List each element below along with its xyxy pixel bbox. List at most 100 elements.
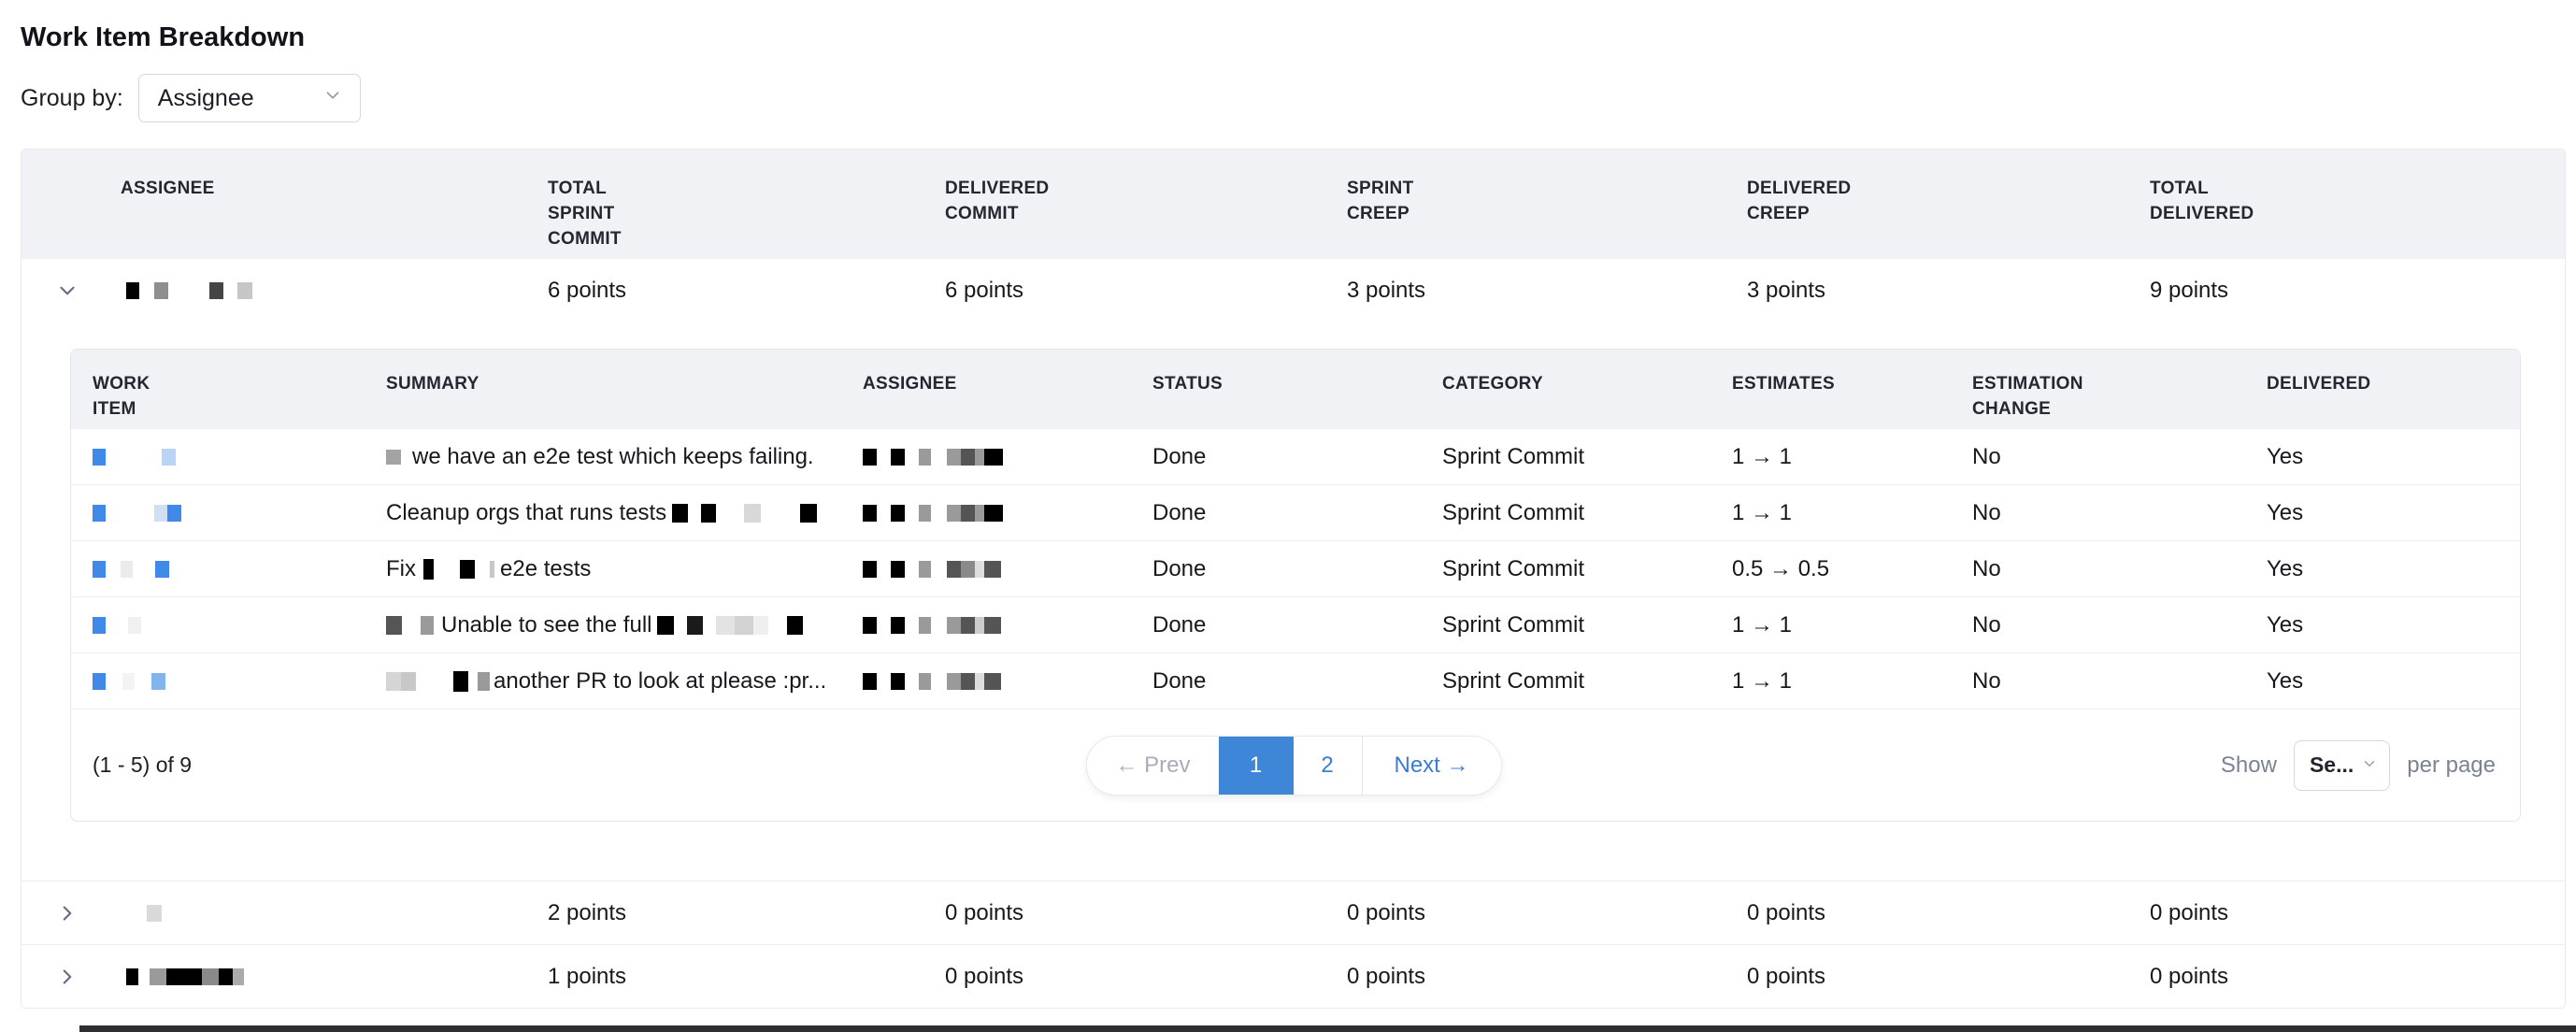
group-by-value: Assignee: [158, 85, 254, 112]
total-delivered-value: 0 points: [2150, 964, 2567, 990]
summary-text: Cleanup orgs that runs tests: [386, 500, 666, 526]
col-status: STATUS: [1131, 350, 1421, 428]
work-item-breakdown-page: Work Item Breakdown Group by: Assignee A…: [0, 0, 2576, 1009]
status-cell: Done: [1131, 612, 1421, 638]
page-1-button[interactable]: 1: [1219, 737, 1294, 795]
group-row-collapsed[interactable]: 2 points 0 points 0 points 0 points 0 po…: [21, 881, 2565, 944]
sprint-creep-value: 0 points: [1347, 964, 1747, 990]
delivered-cell: Yes: [2245, 612, 2521, 638]
pagination-range: (1 - 5) of 9: [71, 752, 1086, 778]
category-cell: Sprint Commit: [1421, 444, 1710, 470]
work-item-row[interactable]: another PR to look at please :pr... Done…: [71, 652, 2520, 709]
category-cell: Sprint Commit: [1421, 556, 1710, 582]
estimates-cell: 1 → 1: [1710, 500, 1951, 526]
group-by-label: Group by:: [21, 85, 123, 112]
work-item-type-icons: [71, 449, 365, 466]
summary-text: Fix: [386, 556, 416, 582]
col-category: CATEGORY: [1421, 350, 1710, 428]
expand-chevron-icon[interactable]: [21, 965, 121, 989]
redacted-blocks: [666, 504, 817, 523]
inner-table-header: WORK ITEM SUMMARY ASSIGNEE STATUS CATEGO…: [71, 350, 2520, 428]
work-item-breakdown-table: ASSIGNEE TOTAL SPRINT COMMIT DELIVERED C…: [21, 149, 2566, 1009]
delivered-commit-value: 6 points: [945, 278, 1347, 304]
assignee-redacted-name: [121, 282, 548, 299]
col-summary: SUMMARY: [365, 350, 841, 428]
estimates-cell: 0.5 → 0.5: [1710, 556, 1951, 582]
prev-page-button[interactable]: ← Prev: [1087, 737, 1218, 795]
col-delivered-creep: DELIVERED CREEP: [1747, 150, 1873, 259]
col-delivered-commit: DELIVERED COMMIT: [945, 150, 1071, 259]
outer-table-header: ASSIGNEE TOTAL SPRINT COMMIT DELIVERED C…: [21, 150, 2565, 259]
col-inner-assignee: ASSIGNEE: [841, 350, 1131, 428]
next-page-button[interactable]: Next →: [1363, 737, 1501, 795]
expand-chevron-icon[interactable]: [21, 901, 121, 925]
redacted-blocks: [386, 450, 412, 465]
delivered-cell: Yes: [2245, 668, 2521, 695]
total-delivered-value: 0 points: [2150, 900, 2567, 926]
work-item-type-icons: [71, 673, 365, 690]
summary-cell: Cleanup orgs that runs tests: [365, 500, 841, 526]
summary-text-2: e2e tests: [500, 556, 591, 582]
group-by-select[interactable]: Assignee: [138, 74, 361, 122]
col-estimation-change: ESTIMATION CHANGE: [1951, 350, 2100, 428]
redacted-blocks: [416, 559, 500, 580]
delivered-cell: Yes: [2245, 444, 2521, 470]
category-cell: Sprint Commit: [1421, 668, 1710, 695]
expander-column-header: [21, 150, 121, 259]
page-size-value: Se...: [2310, 752, 2354, 778]
work-items-panel: WORK ITEM SUMMARY ASSIGNEE STATUS CATEGO…: [70, 349, 2521, 822]
estimation-change-cell: No: [1951, 668, 2245, 695]
col-sprint-creep: SPRINT CREEP: [1347, 150, 1450, 259]
col-estimates: ESTIMATES: [1710, 350, 1951, 428]
estimation-change-cell: No: [1951, 556, 2245, 582]
summary-text: we have an e2e test which keeps failing.: [412, 444, 814, 470]
estimates-cell: 1 → 1: [1710, 612, 1951, 638]
col-delivered: DELIVERED: [2245, 350, 2521, 428]
collapse-chevron-icon[interactable]: [21, 279, 121, 303]
work-item-row[interactable]: Unable to see the full Done Sprint Commi…: [71, 596, 2520, 652]
category-cell: Sprint Commit: [1421, 500, 1710, 526]
page-title: Work Item Breakdown: [21, 22, 2566, 53]
assignee-redacted: [841, 673, 1131, 690]
group-detail-wrapper: WORK ITEM SUMMARY ASSIGNEE STATUS CATEGO…: [21, 322, 2565, 881]
estimates-cell: 1 → 1: [1710, 444, 1951, 470]
status-cell: Done: [1131, 500, 1421, 526]
sprint-creep-value: 3 points: [1347, 278, 1747, 304]
group-row-collapsed[interactable]: 1 points 0 points 0 points 0 points 0 po…: [21, 944, 2565, 1008]
assignee-redacted: [841, 617, 1131, 634]
col-total-delivered: TOTAL DELIVERED: [2150, 150, 2276, 259]
group-by-row: Group by: Assignee: [21, 74, 2566, 122]
col-total-sprint-commit: TOTAL SPRINT COMMIT: [548, 150, 655, 259]
pagination-pill: ← Prev 1 2 Next →: [1086, 736, 1501, 796]
page-size-select[interactable]: Se...: [2294, 740, 2390, 791]
redacted-blocks: [651, 616, 803, 635]
status-cell: Done: [1131, 556, 1421, 582]
summary-cell: we have an e2e test which keeps failing.: [365, 444, 841, 470]
show-label: Show: [2221, 752, 2277, 779]
work-item-type-icons: [71, 561, 365, 578]
per-page-label: per page: [2407, 752, 2496, 779]
estimates-cell: 1 → 1: [1710, 668, 1951, 695]
chevron-down-icon: [2361, 752, 2378, 778]
work-item-row[interactable]: we have an e2e test which keeps failing.…: [71, 428, 2520, 484]
estimation-change-cell: No: [1951, 612, 2245, 638]
total-sprint-commit-value: 6 points: [548, 278, 945, 304]
work-item-row[interactable]: Cleanup orgs that runs tests Done Sprint…: [71, 484, 2520, 540]
assignee-redacted-name: [121, 905, 548, 922]
summary-cell: Fix e2e tests: [365, 556, 841, 582]
page-size-controls: Show Se... per page: [1502, 740, 2520, 791]
page-2-button[interactable]: 2: [1294, 737, 1363, 795]
assignee-redacted: [841, 449, 1131, 466]
summary-text: Unable to see the full: [441, 612, 651, 638]
redacted-blocks: [386, 671, 494, 692]
group-row-expanded[interactable]: 6 points 6 points 3 points 3 points 9 po…: [21, 259, 2565, 322]
sprint-creep-value: 0 points: [1347, 900, 1747, 926]
pagination-bar: (1 - 5) of 9 ← Prev 1 2 Next → Show Se..…: [71, 709, 2520, 821]
work-item-row[interactable]: Fix e2e tests Done Sprint Commit 0.5 → 0…: [71, 540, 2520, 596]
col-assignee: ASSIGNEE: [121, 150, 548, 259]
delivered-creep-value: 0 points: [1747, 900, 2150, 926]
status-cell: Done: [1131, 444, 1421, 470]
assignee-redacted: [841, 505, 1131, 522]
category-cell: Sprint Commit: [1421, 612, 1710, 638]
total-sprint-commit-value: 1 points: [548, 964, 945, 990]
